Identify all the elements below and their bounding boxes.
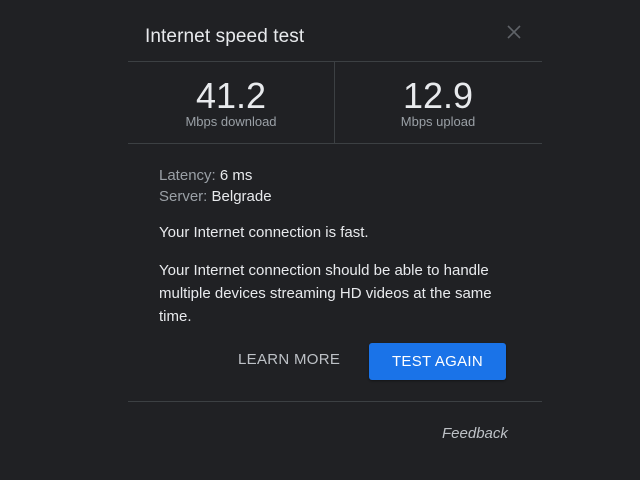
download-speed-label: Mbps download xyxy=(185,114,277,129)
connection-explanation: Your Internet connection should be able … xyxy=(159,259,499,328)
close-icon-glyph xyxy=(507,25,521,39)
latency-row: Latency: 6 ms xyxy=(159,165,499,186)
download-speed-value: 41.2 xyxy=(195,75,267,116)
dialog-title: Internet speed test xyxy=(145,26,305,47)
speed-test-dialog: Internet speed test 41.2 Mbps download 1… xyxy=(128,0,542,480)
connection-verdict: Your Internet connection is fast. xyxy=(159,224,369,241)
upload-speed-label: Mbps upload xyxy=(400,114,476,129)
server-value: Belgrade xyxy=(211,188,272,205)
latency-value: 6 ms xyxy=(219,167,253,184)
explanation-line: time. xyxy=(159,308,192,325)
explanation-line: multiple devices streaming HD videos at … xyxy=(159,285,492,302)
close-icon[interactable] xyxy=(504,22,524,42)
footer-divider xyxy=(128,401,542,402)
server-label: Server: xyxy=(159,188,208,205)
test-again-button[interactable]: TEST AGAIN xyxy=(369,343,506,380)
result-details: Latency: 6 ms Server: Belgrade Your Inte… xyxy=(159,165,499,328)
download-metric: 41.2 Mbps download xyxy=(128,62,334,143)
server-row: Server: Belgrade xyxy=(159,186,499,207)
metrics-divider xyxy=(128,143,542,144)
learn-more-button[interactable]: LEARN MORE xyxy=(238,351,340,368)
explanation-line: Your Internet connection should be able … xyxy=(159,262,489,279)
speed-results: 41.2 Mbps download 12.9 Mbps upload xyxy=(128,62,542,143)
upload-speed-value: 12.9 xyxy=(402,75,474,116)
upload-metric: 12.9 Mbps upload xyxy=(335,62,541,143)
feedback-link[interactable]: Feedback xyxy=(442,425,508,442)
latency-label: Latency: xyxy=(159,167,216,184)
